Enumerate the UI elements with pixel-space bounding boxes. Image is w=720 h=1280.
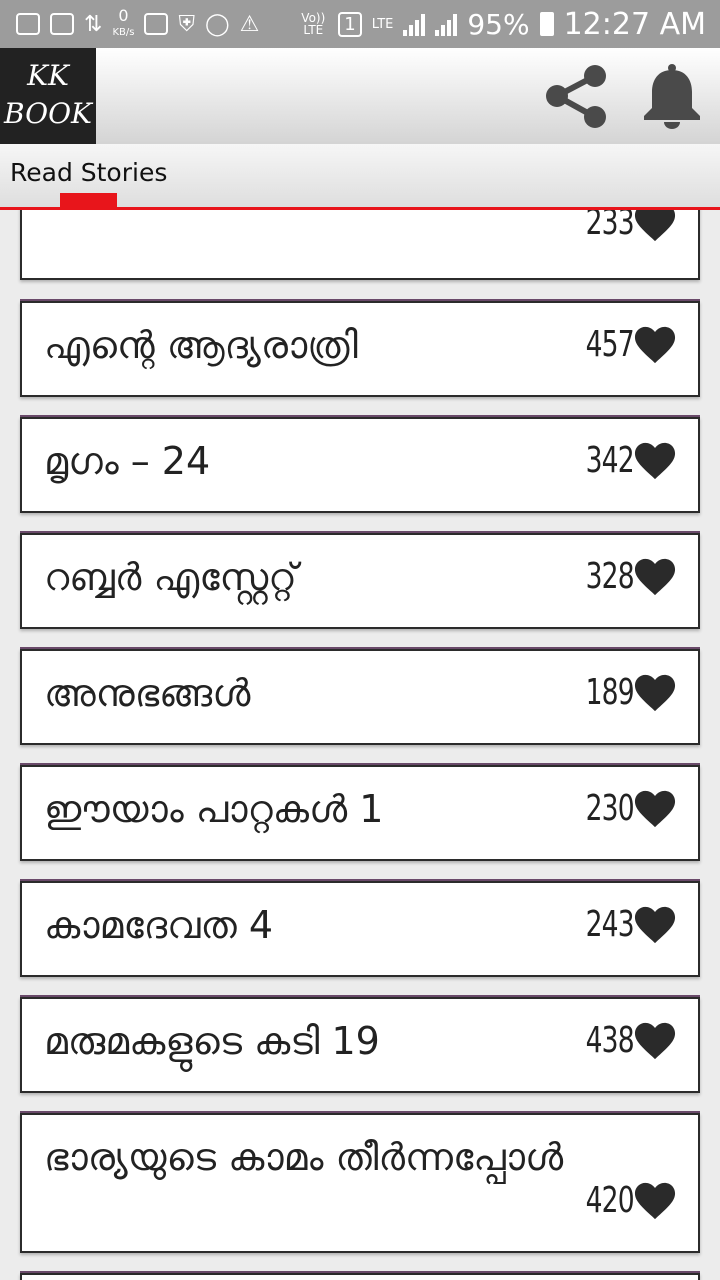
clock: 12:27 AM (563, 6, 706, 42)
tab-active-indicator (60, 193, 117, 207)
warning-icon: ⚠ (239, 11, 260, 37)
app-bar: KK BOOK (0, 48, 720, 144)
status-bar: ⇅ 0 KB/s ⛨ ◯ ⚠ Vo)) LTE 1 LTE 95% 12:27 … (0, 0, 720, 48)
volte-indicator: Vo)) LTE (301, 11, 326, 37)
story-card[interactable]: കാമദേവത 4 243 (20, 881, 700, 977)
story-likes: 230 (575, 787, 678, 829)
notification-icons: ⇅ 0 KB/s ⛨ ◯ ⚠ (0, 5, 260, 40)
story-title: കാമദേവത 4 (44, 903, 274, 947)
story-likes: 189 (575, 671, 678, 713)
like-count: 233 (585, 210, 635, 243)
like-count: 328 (585, 555, 635, 597)
story-title: ഭാര്യയുടെ കാമം തീർന്നപ്പോൾ (44, 1135, 564, 1179)
heart-icon[interactable] (632, 555, 678, 597)
heart-icon[interactable] (632, 210, 678, 243)
story-title: ഈയാം പാറ്റകൾ 1 (44, 787, 384, 831)
story-likes: 243 (575, 903, 678, 945)
share-button[interactable] (540, 60, 612, 132)
like-count: 189 (585, 671, 635, 713)
data-saver-icon: ⇅ (84, 11, 103, 37)
story-card[interactable]: അനുഭങ്ങൾ 189 (20, 649, 700, 745)
sim-indicator: 1 (338, 11, 362, 37)
story-likes: 233 (575, 210, 678, 243)
tab-read-stories[interactable]: Read Stories (10, 158, 167, 187)
notifications-button[interactable] (640, 62, 704, 130)
network-speed-value: 0 (118, 5, 129, 25)
network-speed-unit: KB/s (112, 26, 135, 38)
signal-icon-2 (435, 12, 458, 36)
story-card[interactable]: ഈയാം പാറ്റകൾ 1 230 (20, 765, 700, 861)
like-count: 457 (585, 323, 635, 365)
story-card[interactable]: റബ്ബർ എസ്റ്റേറ്റ് 328 (20, 533, 700, 629)
story-title: എന്റെ ആദ്യരാത്രി (44, 323, 358, 367)
logo-line-1: KK (27, 59, 69, 92)
like-count: 438 (585, 1019, 635, 1061)
story-card[interactable]: 233 (20, 210, 700, 280)
message-icon (16, 13, 40, 35)
like-count: 230 (585, 787, 635, 829)
app-logo: KK BOOK (0, 48, 96, 144)
battery-icon (539, 12, 554, 36)
share-icon (546, 65, 606, 128)
story-card[interactable]: ഭാര്യയുടെ കാമം തീർന്നപ്പോൾ 420 (20, 1113, 700, 1253)
story-list[interactable]: 233 എന്റെ ആദ്യരാത്രി 457 മൃഗം – 24 342 റ… (0, 210, 720, 1280)
bell-icon (644, 64, 700, 129)
like-count: 243 (585, 903, 635, 945)
network-speed: 0 KB/s (112, 5, 135, 40)
story-title: അനുഭങ്ങൾ (44, 671, 251, 715)
network-type: LTE (371, 16, 394, 32)
heart-icon[interactable] (632, 671, 678, 713)
story-card[interactable]: മൃഗം – 24 342 (20, 417, 700, 513)
like-count: 342 (585, 439, 635, 481)
gallery-icon (144, 13, 169, 35)
story-title: മൃഗം – 24 (44, 439, 211, 483)
story-likes: 420 (575, 1179, 678, 1221)
story-title: മരുമകളുടെ കടി 19 (44, 1019, 380, 1063)
heart-icon[interactable] (632, 903, 678, 945)
heart-icon[interactable] (632, 1019, 678, 1061)
story-likes: 457 (575, 323, 678, 365)
tab-bar: Read Stories (0, 144, 720, 210)
facebook-icon (50, 13, 74, 35)
story-card[interactable]: മരുമകളുടെ കടി 19 438 (20, 997, 700, 1093)
story-likes: 328 (575, 555, 678, 597)
story-likes: 342 (575, 439, 678, 481)
signal-icon (403, 12, 426, 36)
story-likes: 438 (575, 1019, 678, 1061)
system-icons: Vo)) LTE 1 LTE 95% 12:27 AM (298, 7, 720, 42)
heart-icon[interactable] (632, 439, 678, 481)
heart-icon[interactable] (632, 323, 678, 365)
like-count: 420 (585, 1179, 635, 1221)
logo-line-2: BOOK (4, 97, 92, 130)
shield-icon: ⛨ (178, 11, 195, 37)
heart-icon[interactable] (632, 1179, 678, 1221)
story-card[interactable]: എന്റെ ആദ്യരാത്രി 457 (20, 301, 700, 397)
story-card-partial[interactable] (20, 1273, 700, 1280)
story-title: റബ്ബർ എസ്റ്റേറ്റ് (44, 555, 297, 599)
whatsapp-icon: ◯ (204, 11, 230, 37)
battery-percent: 95% (467, 7, 530, 41)
heart-icon[interactable] (632, 787, 678, 829)
